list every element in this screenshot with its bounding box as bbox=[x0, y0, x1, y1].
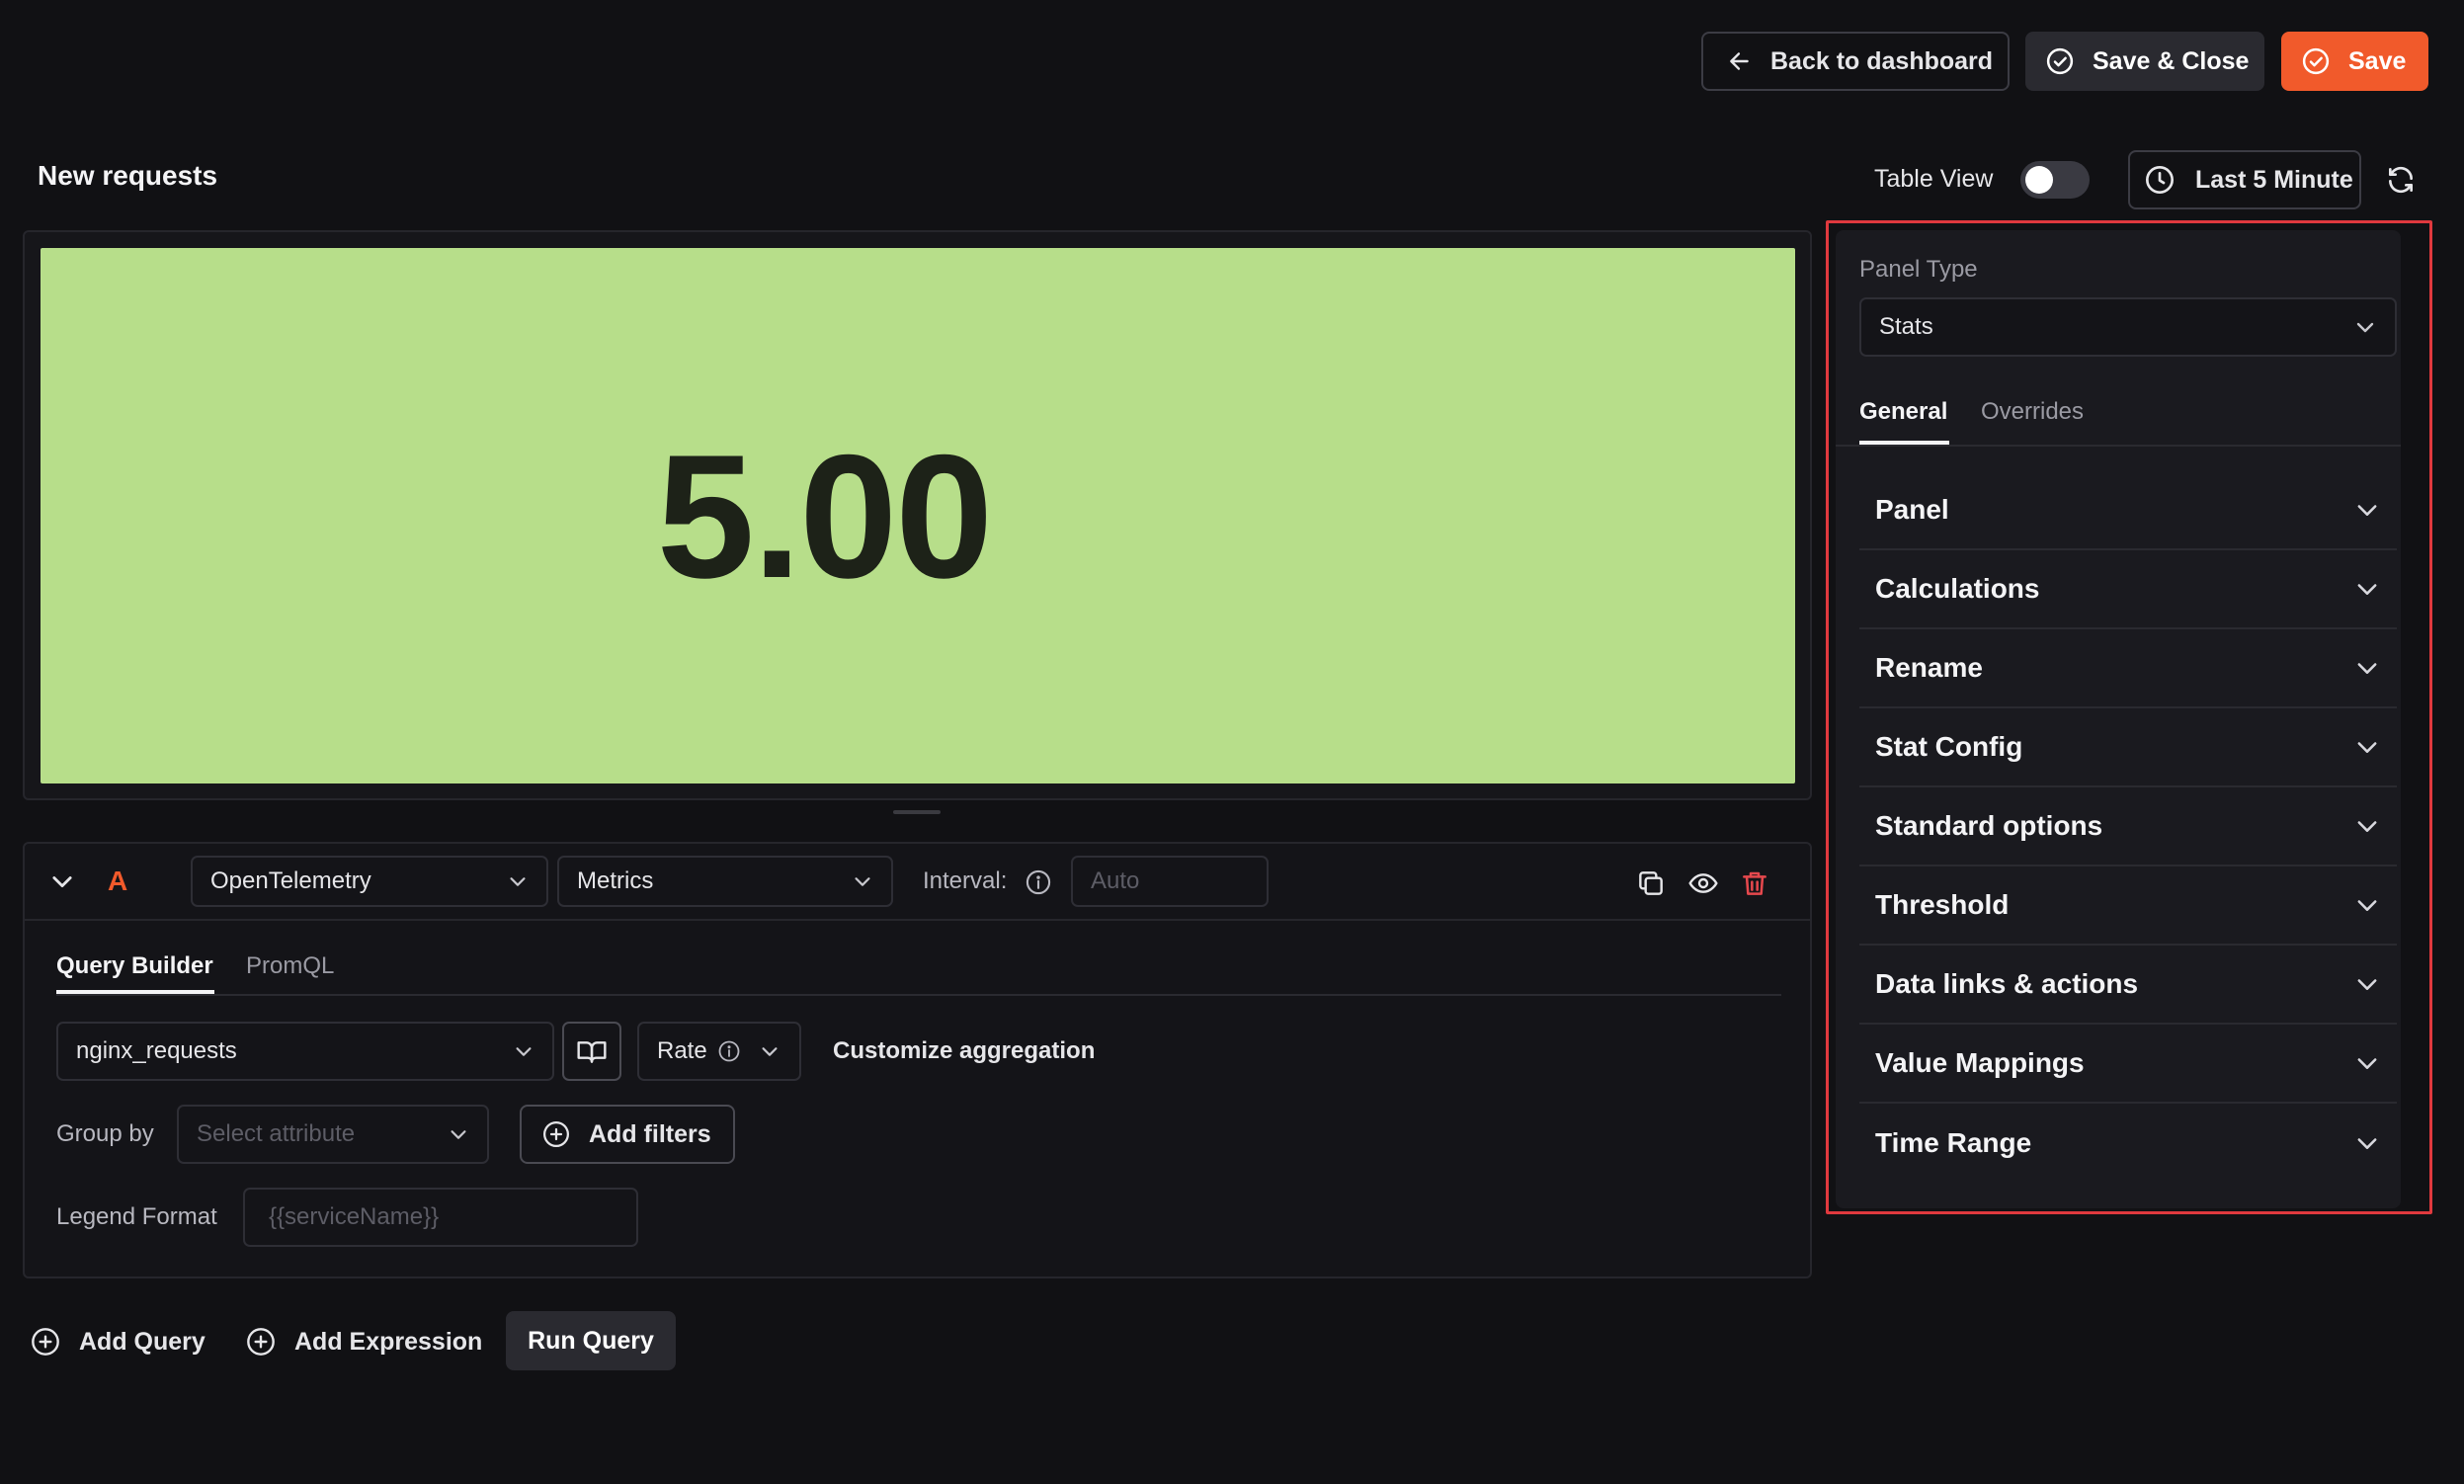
query-letter: A bbox=[108, 866, 128, 896]
panel-title: New requests bbox=[38, 160, 218, 191]
eye-icon[interactable] bbox=[1687, 867, 1719, 904]
legend-format-placeholder: {{serviceName}} bbox=[269, 1203, 440, 1230]
stat-value: 5.00 bbox=[656, 417, 993, 615]
metric-select[interactable]: nginx_requests bbox=[56, 1022, 554, 1081]
plus-circle-icon bbox=[543, 1121, 569, 1147]
group-by-label: Group by bbox=[56, 1120, 154, 1147]
check-circle-icon bbox=[2302, 47, 2330, 75]
legend-format-label: Legend Format bbox=[56, 1203, 217, 1230]
tab-promql[interactable]: PromQL bbox=[246, 952, 334, 980]
table-view-toggle[interactable] bbox=[2020, 161, 2090, 199]
time-range-button[interactable]: Last 5 Minute bbox=[2128, 150, 2361, 209]
metric-value: nginx_requests bbox=[76, 1037, 237, 1064]
toggle-knob bbox=[2025, 166, 2053, 194]
run-query-button[interactable]: Run Query bbox=[506, 1311, 676, 1370]
clock-icon bbox=[2146, 166, 2174, 194]
add-expression-label: Add Expression bbox=[294, 1327, 483, 1356]
time-range-label: Last 5 Minute bbox=[2195, 165, 2353, 194]
info-icon bbox=[1025, 868, 1052, 901]
interval-input[interactable]: Auto bbox=[1071, 856, 1269, 907]
tab-query-builder[interactable]: Query Builder bbox=[56, 952, 213, 980]
chevron-down-icon bbox=[762, 1047, 778, 1056]
add-query-button[interactable]: Add Query bbox=[30, 1322, 205, 1361]
chevron-down-icon bbox=[451, 1130, 466, 1139]
signal-value: Metrics bbox=[577, 867, 654, 894]
stat-value-box: 5.00 bbox=[41, 248, 1795, 783]
metrics-explorer-button[interactable] bbox=[562, 1022, 621, 1081]
add-filters-button[interactable]: Add filters bbox=[520, 1105, 735, 1164]
back-to-dashboard-button[interactable]: Back to dashboard bbox=[1701, 32, 2010, 91]
save-and-close-label: Save & Close bbox=[2093, 46, 2250, 75]
add-query-label: Add Query bbox=[79, 1327, 205, 1356]
aggregation-select[interactable]: Rate bbox=[637, 1022, 801, 1081]
legend-format-input[interactable]: {{serviceName}} bbox=[243, 1188, 638, 1247]
tabs-divider bbox=[56, 994, 1781, 996]
trash-icon[interactable] bbox=[1739, 867, 1770, 904]
interval-placeholder: Auto bbox=[1091, 867, 1140, 894]
panel-preview: 5.00 bbox=[23, 230, 1812, 800]
save-button[interactable]: Save bbox=[2281, 32, 2428, 91]
save-and-close-button[interactable]: Save & Close bbox=[2025, 32, 2264, 91]
group-by-placeholder: Select attribute bbox=[197, 1120, 356, 1147]
check-circle-icon bbox=[2046, 47, 2074, 75]
book-open-icon bbox=[577, 1041, 607, 1063]
settings-highlight-frame bbox=[1826, 220, 2432, 1214]
collapse-chevron-icon[interactable] bbox=[48, 867, 76, 900]
add-filters-label: Add filters bbox=[589, 1119, 711, 1148]
datasource-value: OpenTelemetry bbox=[210, 867, 371, 894]
customize-aggregation-link[interactable]: Customize aggregation bbox=[833, 1037, 1095, 1065]
chevron-down-icon bbox=[855, 877, 870, 886]
aggregation-value: Rate bbox=[657, 1037, 707, 1064]
info-icon bbox=[718, 1040, 740, 1062]
chevron-down-icon bbox=[510, 877, 526, 886]
arrow-left-icon bbox=[1730, 52, 1749, 70]
query-card: A OpenTelemetry Metrics Interval: Auto Q… bbox=[23, 842, 1812, 1278]
copy-icon[interactable] bbox=[1635, 867, 1667, 904]
add-expression-button[interactable]: Add Expression bbox=[245, 1322, 482, 1361]
group-by-select[interactable]: Select attribute bbox=[177, 1105, 489, 1164]
save-label: Save bbox=[2348, 46, 2407, 75]
plus-circle-icon bbox=[247, 1328, 275, 1356]
signal-select[interactable]: Metrics bbox=[557, 856, 893, 907]
back-to-dashboard-label: Back to dashboard bbox=[1770, 46, 1994, 75]
table-view-label: Table View bbox=[1874, 165, 1994, 193]
interval-label: Interval: bbox=[923, 867, 1008, 894]
run-query-label: Run Query bbox=[528, 1326, 654, 1355]
chevron-down-icon bbox=[516, 1047, 532, 1056]
plus-circle-icon bbox=[32, 1328, 59, 1356]
refresh-icon[interactable] bbox=[2385, 164, 2417, 201]
divider bbox=[25, 919, 1810, 921]
resize-handle[interactable] bbox=[893, 810, 941, 814]
datasource-select[interactable]: OpenTelemetry bbox=[191, 856, 548, 907]
